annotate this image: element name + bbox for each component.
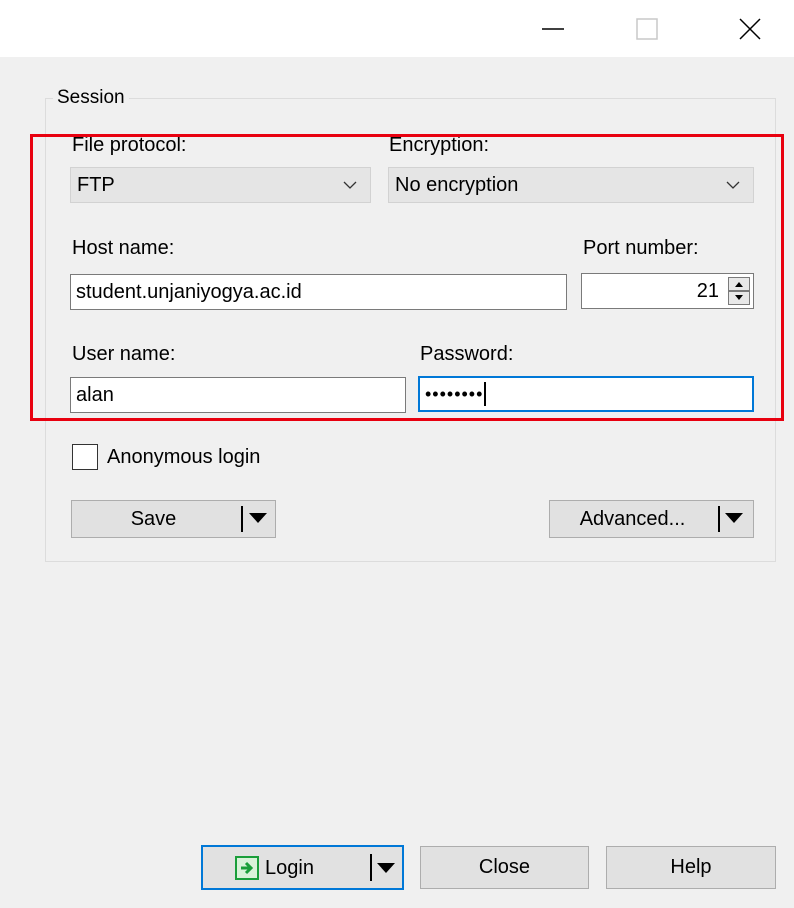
advanced-button-label: Advanced... xyxy=(579,507,686,530)
login-button[interactable]: Login xyxy=(201,845,404,890)
close-window-button[interactable] xyxy=(720,0,780,57)
save-button-label: Save xyxy=(130,507,177,530)
minimize-button[interactable] xyxy=(523,0,583,57)
anonymous-login-label[interactable]: Anonymous login xyxy=(107,446,260,469)
session-group-label: Session xyxy=(53,87,129,109)
login-button-label: Login xyxy=(265,856,314,879)
close-window-icon xyxy=(739,17,761,40)
maximize-button[interactable] xyxy=(617,0,677,57)
login-main[interactable]: Login xyxy=(235,856,314,880)
dropdown-arrow-icon[interactable] xyxy=(377,863,395,873)
maximize-icon xyxy=(636,17,658,40)
split-separator xyxy=(718,506,720,532)
dropdown-arrow-icon[interactable] xyxy=(725,513,743,523)
help-button-label: Help xyxy=(670,856,712,878)
help-button[interactable]: Help xyxy=(606,846,776,889)
split-separator xyxy=(241,506,243,532)
advanced-button[interactable]: Advanced... xyxy=(549,500,754,538)
close-button[interactable]: Close xyxy=(420,846,589,889)
highlight-box xyxy=(30,134,784,421)
dropdown-arrow-icon[interactable] xyxy=(249,513,267,523)
save-button[interactable]: Save xyxy=(71,500,276,538)
split-separator xyxy=(370,854,372,881)
close-button-label: Close xyxy=(478,856,531,878)
title-bar xyxy=(0,0,794,57)
minimize-icon xyxy=(542,27,564,30)
login-icon xyxy=(235,856,259,880)
anonymous-login-checkbox[interactable] xyxy=(72,444,98,470)
